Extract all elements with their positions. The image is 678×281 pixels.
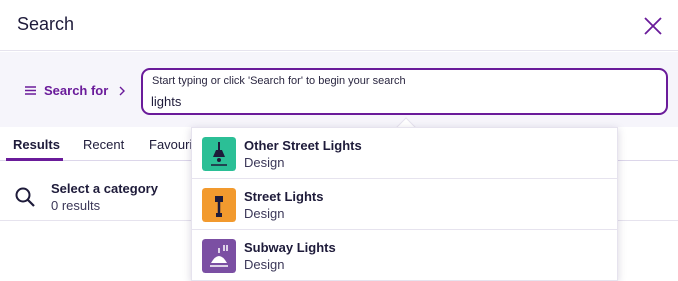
suggestion-item[interactable]: Other Street Lights Design <box>192 128 617 179</box>
suggestions-dropdown: Other Street Lights Design Street Lights… <box>191 127 618 281</box>
suggestion-type: Design <box>244 206 285 221</box>
category-count: 0 results <box>51 198 101 213</box>
suggestion-item[interactable]: Subway Lights Design <box>192 230 617 281</box>
tab-results[interactable]: Results <box>13 137 60 152</box>
suggestion-item[interactable]: Street Lights Design <box>192 179 617 230</box>
suggestion-name: Other Street Lights <box>244 138 362 153</box>
menu-lines-icon <box>25 86 36 95</box>
search-for-button[interactable]: Search for <box>25 83 126 98</box>
hanging-lamp-icon <box>202 137 236 171</box>
active-tab-indicator <box>6 158 63 161</box>
suggestion-type: Design <box>244 257 285 272</box>
header: Search <box>0 0 678 51</box>
search-icon <box>15 187 35 207</box>
search-input-box[interactable]: Start typing or click 'Search for' to be… <box>141 68 668 115</box>
search-input[interactable] <box>151 92 651 110</box>
search-hint: Start typing or click 'Search for' to be… <box>152 75 406 87</box>
category-title: Select a category <box>51 181 158 196</box>
suggestion-name: Street Lights <box>244 189 324 204</box>
close-icon[interactable] <box>642 15 664 37</box>
tab-recent[interactable]: Recent <box>83 137 124 152</box>
suggestion-type: Design <box>244 155 285 170</box>
subway-light-icon <box>202 239 236 273</box>
search-for-label: Search for <box>44 83 109 98</box>
suggestion-name: Subway Lights <box>244 240 336 255</box>
street-light-icon <box>202 188 236 222</box>
search-bar: Search for Start typing or click 'Search… <box>0 52 678 127</box>
page-title: Search <box>17 14 75 34</box>
tab-favourites[interactable]: Favourit <box>149 137 196 152</box>
chevron-right-icon <box>119 86 126 95</box>
